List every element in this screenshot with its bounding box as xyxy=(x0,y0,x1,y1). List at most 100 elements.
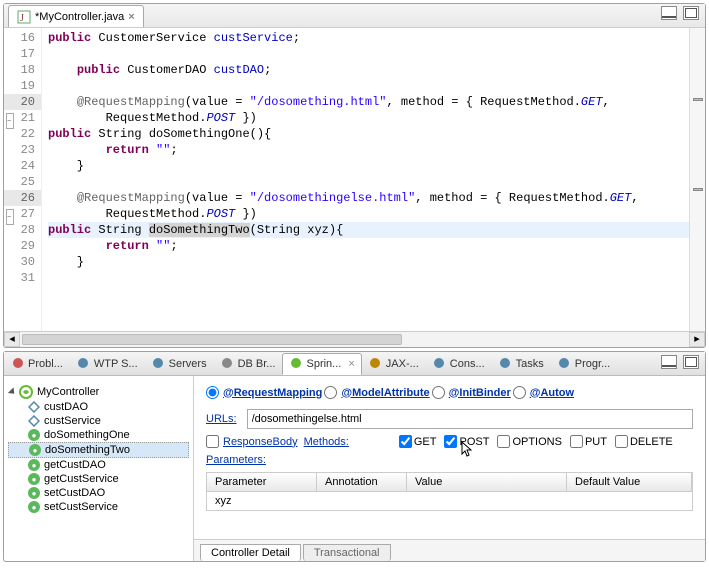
minimize-icon[interactable] xyxy=(661,355,677,369)
tree-item-doSomethingTwo[interactable]: ●doSomethingTwo xyxy=(8,442,189,458)
view-tab-wtps[interactable]: WTP S... xyxy=(70,353,145,375)
views-pane: Probl...WTP S...ServersDB Br...Sprin...×… xyxy=(3,351,706,562)
console-icon xyxy=(433,357,447,371)
parameters-table: Parameter Annotation Value Default Value… xyxy=(206,472,693,511)
code-line[interactable]: RequestMethod.POST }) xyxy=(48,110,689,126)
tree-item-getCustDAO[interactable]: ●getCustDAO xyxy=(8,458,189,472)
tree-item-getCustService[interactable]: ●getCustService xyxy=(8,472,189,486)
db-icon xyxy=(221,357,235,371)
sub-tab-controller-detail[interactable]: Controller Detail xyxy=(200,544,301,561)
scrollbar-horizontal[interactable]: ◂ ▸ xyxy=(4,331,705,347)
tree-item-custService[interactable]: custService xyxy=(8,414,189,428)
annotation-radio[interactable]: @Autow xyxy=(513,386,574,399)
annotation-radio-row: @RequestMapping@ModelAttribute@InitBinde… xyxy=(206,386,693,399)
http-method-get[interactable]: GET xyxy=(399,435,437,448)
expand-icon[interactable] xyxy=(8,387,17,396)
method-icon: ● xyxy=(29,444,41,456)
code-line[interactable] xyxy=(48,46,689,62)
code-line[interactable]: public CustomerService custService; xyxy=(48,30,689,46)
code-line[interactable]: return ""; xyxy=(48,238,689,254)
view-tab-dbbr[interactable]: DB Br... xyxy=(214,353,283,375)
table-header[interactable]: Parameter xyxy=(207,473,317,491)
code-line[interactable]: } xyxy=(48,254,689,270)
svg-text:J: J xyxy=(20,13,24,24)
responsebody-link[interactable]: ResponseBody xyxy=(223,436,298,448)
code-line[interactable]: RequestMethod.POST }) xyxy=(48,206,689,222)
close-icon[interactable]: × xyxy=(128,11,134,23)
http-method-options[interactable]: OPTIONS xyxy=(497,435,562,448)
server-icon xyxy=(152,357,166,371)
view-tab-probl[interactable]: Probl... xyxy=(4,353,70,375)
editor-tab-bar: J *MyController.java × xyxy=(4,4,705,28)
method-icon: ● xyxy=(28,459,40,471)
view-content: MyControllercustDAOcustService●doSomethi… xyxy=(4,376,705,561)
code-line[interactable]: public String doSomethingOne(){ xyxy=(48,126,689,142)
code-line[interactable] xyxy=(48,270,689,286)
http-method-delete[interactable]: DELETE xyxy=(615,435,673,448)
table-row[interactable]: xyz xyxy=(207,492,692,510)
method-icon: ● xyxy=(28,487,40,499)
code-line[interactable]: public CustomerDAO custDAO; xyxy=(48,62,689,78)
close-icon[interactable]: × xyxy=(348,358,354,370)
detail-pane: @RequestMapping@ModelAttribute@InitBinde… xyxy=(194,376,705,561)
editor-tab[interactable]: J *MyController.java × xyxy=(8,5,144,27)
annotation-radio[interactable]: @RequestMapping xyxy=(206,386,322,399)
view-tab-servers[interactable]: Servers xyxy=(145,353,214,375)
code-area[interactable]: 1617181920−212223242526−2728293031 publi… xyxy=(4,28,705,331)
wtp-icon xyxy=(77,357,91,371)
tree-item-doSomethingOne[interactable]: ●doSomethingOne xyxy=(8,428,189,442)
code-line[interactable]: return ""; xyxy=(48,142,689,158)
code-line[interactable]: @RequestMapping(value = "/dosomethingels… xyxy=(48,190,689,206)
view-tab-sprin[interactable]: Sprin...× xyxy=(282,353,361,375)
code-line[interactable]: } xyxy=(48,158,689,174)
tree-root[interactable]: MyController xyxy=(8,384,189,400)
maximize-icon[interactable] xyxy=(683,355,699,369)
table-header[interactable]: Default Value xyxy=(567,473,692,491)
outline-tree[interactable]: MyControllercustDAOcustService●doSomethi… xyxy=(4,376,194,561)
tree-item-custDAO[interactable]: custDAO xyxy=(8,400,189,414)
table-header[interactable]: Value xyxy=(407,473,567,491)
editor-tab-title: *MyController.java xyxy=(35,11,124,23)
sub-tab-transactional[interactable]: Transactional xyxy=(303,544,391,561)
scroll-thumb[interactable] xyxy=(22,334,402,345)
code-body[interactable]: public CustomerService custService; publ… xyxy=(42,28,689,331)
tree-item-setCustService[interactable]: ●setCustService xyxy=(8,500,189,514)
method-icon: ● xyxy=(28,473,40,485)
overview-ruler[interactable] xyxy=(689,28,705,331)
problem-icon xyxy=(11,357,25,371)
code-line[interactable] xyxy=(48,78,689,94)
scroll-right-icon[interactable]: ▸ xyxy=(689,332,705,347)
annotation-radio[interactable]: @InitBinder xyxy=(432,386,511,399)
view-tab-tasks[interactable]: Tasks xyxy=(492,353,551,375)
methods-link[interactable]: Methods: xyxy=(304,436,349,448)
view-tab-bar: Probl...WTP S...ServersDB Br...Sprin...×… xyxy=(4,352,705,376)
method-icon: ● xyxy=(28,429,40,441)
urls-link[interactable]: URLs: xyxy=(206,413,237,425)
tree-item-setCustDAO[interactable]: ●setCustDAO xyxy=(8,486,189,500)
scroll-left-icon[interactable]: ◂ xyxy=(4,332,20,347)
code-line[interactable]: public String doSomethingTwo(String xyz)… xyxy=(48,222,689,238)
java-file-icon: J xyxy=(17,10,31,24)
view-tab-cons[interactable]: Cons... xyxy=(426,353,492,375)
code-line[interactable]: @RequestMapping(value = "/dosomething.ht… xyxy=(48,94,689,110)
editor-pane: J *MyController.java × 1617181920−212223… xyxy=(3,3,706,348)
view-tab-progr[interactable]: Progr... xyxy=(551,353,617,375)
field-icon xyxy=(28,415,40,427)
urls-input[interactable] xyxy=(247,409,693,429)
http-method-post[interactable]: POST xyxy=(444,435,489,448)
table-header[interactable]: Annotation xyxy=(317,473,407,491)
annotation-radio[interactable]: @ModelAttribute xyxy=(324,386,429,399)
spring-icon xyxy=(289,357,303,371)
maximize-icon[interactable] xyxy=(683,6,699,20)
responsebody-checkbox[interactable] xyxy=(206,435,219,448)
progress-icon xyxy=(558,357,572,371)
http-method-put[interactable]: PUT xyxy=(570,435,607,448)
parameters-link[interactable]: Parameters: xyxy=(206,454,266,466)
view-tab-jax[interactable]: JAX-... xyxy=(362,353,426,375)
jax-icon xyxy=(369,357,383,371)
line-gutter: 1617181920−212223242526−2728293031 xyxy=(4,28,42,331)
minimize-icon[interactable] xyxy=(661,6,677,20)
detail-sub-tabs: Controller DetailTransactional xyxy=(194,539,705,561)
code-line[interactable] xyxy=(48,174,689,190)
tasks-icon xyxy=(499,357,513,371)
